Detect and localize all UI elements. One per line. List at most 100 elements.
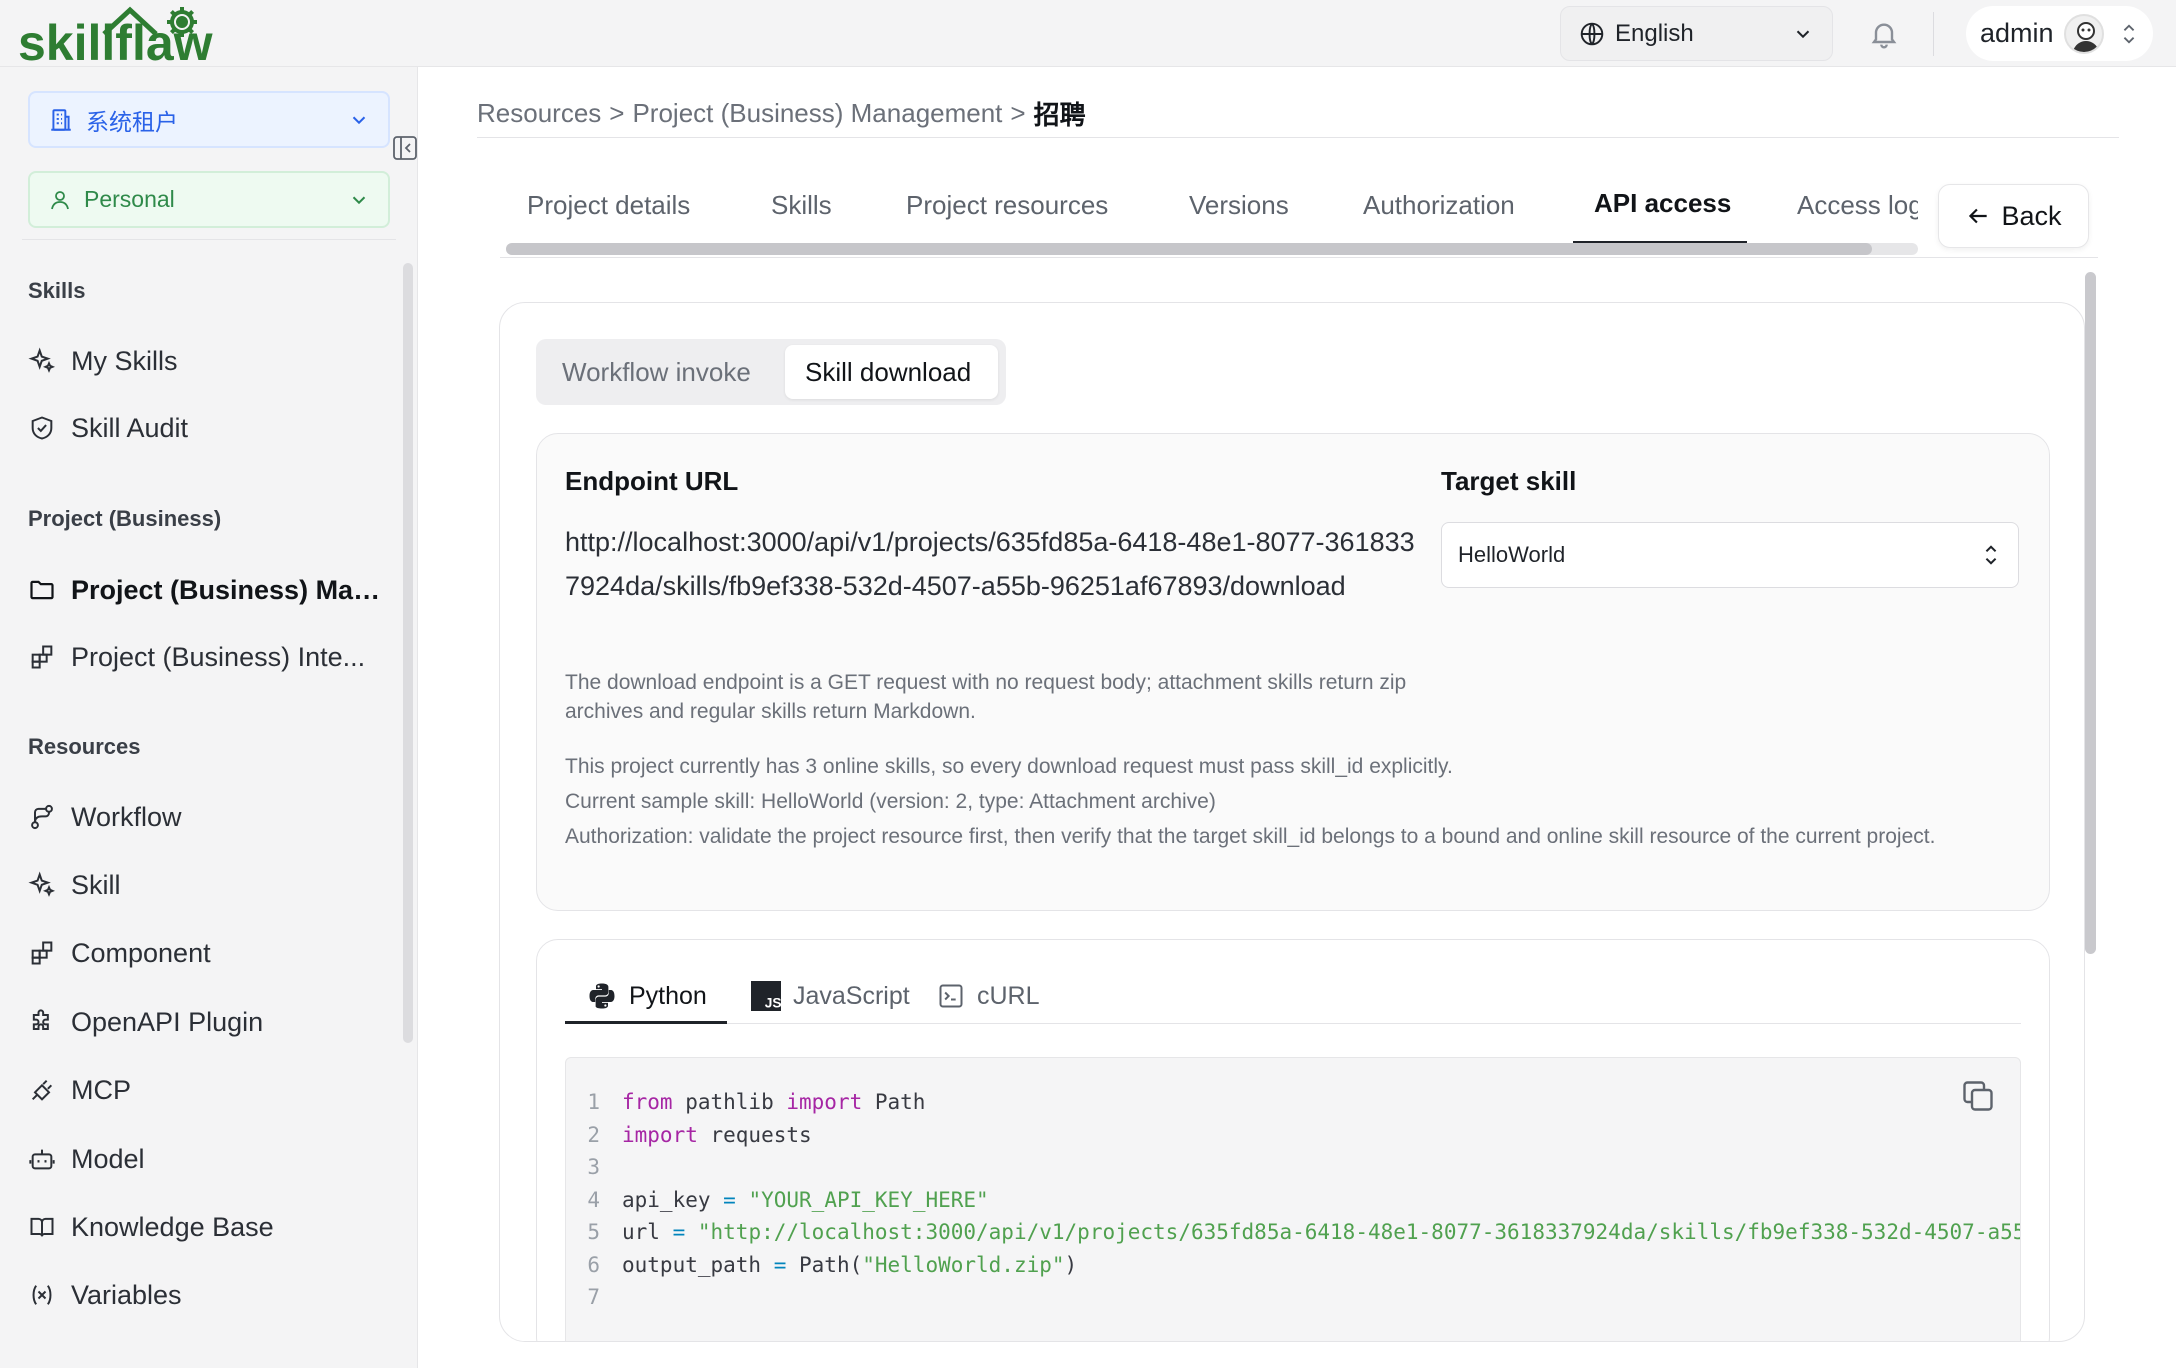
tab-curl[interactable]: cURL: [937, 968, 1040, 1024]
line-number: 4: [587, 1187, 600, 1212]
svg-text:JS: JS: [765, 995, 781, 1010]
breadcrumb-resources[interactable]: Resources: [477, 98, 601, 129]
tab-versions[interactable]: Versions: [1189, 190, 1289, 221]
workflow-invoke-option[interactable]: Workflow invoke: [542, 345, 788, 399]
tabs-scrollbar[interactable]: [506, 243, 1872, 255]
sidebar-item-my-skills[interactable]: My Skills: [28, 335, 388, 387]
language-select[interactable]: English: [1560, 6, 1833, 61]
endpoint-url[interactable]: http://localhost:3000/api/v1/projects/63…: [565, 520, 1415, 608]
sidebar-item-label: MCP: [71, 1074, 131, 1105]
line-number: 5: [587, 1220, 600, 1244]
collapse-sidebar-icon[interactable]: [392, 135, 418, 161]
sidebar-item-label: Skill: [71, 869, 121, 900]
avatar: [2063, 13, 2104, 54]
python-icon: [589, 983, 615, 1009]
chevron-up-down-icon: [2123, 23, 2134, 44]
sidebar-item-project-integration[interactable]: Project (Business) Inte...: [28, 631, 388, 683]
code-line: 1 from pathlib import Path: [566, 1086, 2020, 1119]
tab-api-access[interactable]: API access: [1594, 188, 1731, 219]
sidebar-item-skill-audit[interactable]: Skill Audit: [28, 402, 388, 454]
tab-authorization[interactable]: Authorization: [1363, 190, 1515, 221]
target-skill-label: Target skill: [1441, 466, 1577, 496]
sidebar-item-label: Variables: [71, 1279, 182, 1310]
code-token: from: [622, 1090, 673, 1114]
sidebar-item-openapi-plugin[interactable]: OpenAPI Plugin: [28, 996, 388, 1048]
code-example-panel: Python JS JavaScript cURL 1 from pathlib …: [536, 939, 2050, 1341]
tab-javascript-label: JavaScript: [793, 981, 910, 1010]
sidebar-item-workflow[interactable]: Workflow: [28, 791, 388, 843]
tab-skills[interactable]: Skills: [771, 190, 832, 221]
tenant-select[interactable]: 系统租户: [28, 91, 390, 148]
code-language-tabs: Python JS JavaScript cURL: [565, 968, 2021, 1024]
shield-check-icon: [31, 416, 53, 440]
notification-bell-icon[interactable]: [1868, 18, 1900, 50]
sidebar-item-label: Knowledge Base: [71, 1211, 274, 1242]
tabs-divider: [500, 257, 2098, 258]
code-token: "HelloWorld.zip": [862, 1252, 1065, 1277]
code-token: output_path: [622, 1252, 774, 1277]
breadcrumb-separator: >: [1010, 98, 1026, 128]
target-skill-select[interactable]: HelloWorld: [1441, 522, 2019, 588]
sidebar-item-component[interactable]: Component: [28, 927, 388, 979]
folder-icon: [30, 580, 54, 600]
endpoint-note: The download endpoint is a GET request w…: [565, 671, 1407, 723]
javascript-icon: JS: [751, 981, 781, 1011]
active-code-tab-indicator: [565, 1021, 727, 1024]
user-name: admin: [1980, 18, 2054, 48]
tab-project-resources[interactable]: Project resources: [906, 190, 1108, 221]
code-line: 4 api_key = "YOUR_API_KEY_HERE": [566, 1184, 2020, 1217]
api-access-card: Workflow invoke Skill download Endpoint …: [499, 302, 2085, 1342]
sidebar-item-variables[interactable]: Variables: [28, 1269, 388, 1321]
chevron-down-icon: [1796, 30, 1810, 38]
code-token: api_key: [622, 1187, 724, 1212]
code-token: Path: [862, 1090, 926, 1114]
code-line: 7: [566, 1281, 2020, 1314]
tab-python[interactable]: Python: [587, 968, 707, 1024]
code-line: 6 output_path = Path("HelloWorld.zip"): [566, 1249, 2020, 1282]
skill-download-option[interactable]: Skill download: [785, 345, 998, 399]
chevron-up-down-icon: [1985, 545, 1997, 565]
info-authorization: Authorization: validate the project reso…: [565, 825, 1936, 848]
sidebar-item-model[interactable]: Model: [28, 1133, 388, 1185]
code-token: pathlib: [672, 1090, 787, 1114]
tab-python-label: Python: [629, 981, 707, 1010]
breadcrumb-separator: >: [609, 98, 625, 128]
tenant-label: 系统租户: [86, 108, 178, 135]
sidebar-item-skill[interactable]: Skill: [28, 859, 388, 911]
workflow-invoke-label: Workflow invoke: [562, 356, 751, 387]
content-scrollbar[interactable]: [2085, 272, 2096, 954]
code-token: "http://localhost:3000/api/v1/projects/6…: [697, 1220, 2020, 1244]
sidebar-item-project-management[interactable]: Project (Business) Man...: [28, 564, 388, 616]
blocks-icon: [31, 941, 53, 965]
back-button[interactable]: Back: [1938, 184, 2089, 248]
breadcrumb-project-management[interactable]: Project (Business) Management: [632, 98, 1002, 129]
top-bar: skillflaw English admin: [0, 0, 2176, 67]
workspace-select[interactable]: Personal: [28, 171, 390, 228]
sidebar-item-label: OpenAPI Plugin: [71, 1006, 264, 1037]
breadcrumb: Resources > Project (Business) Managemen…: [477, 95, 1086, 132]
tab-project-details[interactable]: Project details: [527, 190, 690, 221]
code-text: import requests: [622, 1119, 812, 1152]
sidebar-item-knowledge-base[interactable]: Knowledge Base: [28, 1201, 388, 1253]
building-icon: [51, 108, 71, 131]
info-sample-skill: Current sample skill: HelloWorld (versio…: [565, 790, 1216, 813]
line-number: 6: [587, 1252, 600, 1277]
code-token: import: [622, 1122, 698, 1147]
code-text: from pathlib import Path: [622, 1086, 925, 1119]
sparkles-icon: [28, 347, 56, 373]
tab-curl-label: cURL: [977, 981, 1040, 1010]
sidebar-item-label: Model: [71, 1143, 145, 1174]
bot-icon: [29, 1149, 55, 1170]
sidebar-item-label: Project (Business) Man...: [71, 574, 388, 605]
skillflaw-logo[interactable]: skillflaw: [18, 4, 248, 64]
info-skill-count: This project currently has 3 online skil…: [565, 755, 1453, 778]
sidebar-scrollbar[interactable]: [403, 263, 413, 1043]
user-menu[interactable]: admin: [1966, 6, 2153, 61]
sidebar: 系统租户 Personal Skills My Skills Skill Aud…: [0, 67, 418, 1368]
sidebar-item-mcp[interactable]: MCP: [28, 1064, 388, 1116]
section-title-resources: Resources: [28, 734, 141, 759]
tab-access-log[interactable]: Access log: [1797, 190, 1918, 221]
tab-javascript[interactable]: JS JavaScript: [751, 968, 910, 1024]
code-block[interactable]: 1 from pathlib import Path 2 import request…: [565, 1057, 2021, 1341]
book-icon: [30, 1217, 54, 1237]
